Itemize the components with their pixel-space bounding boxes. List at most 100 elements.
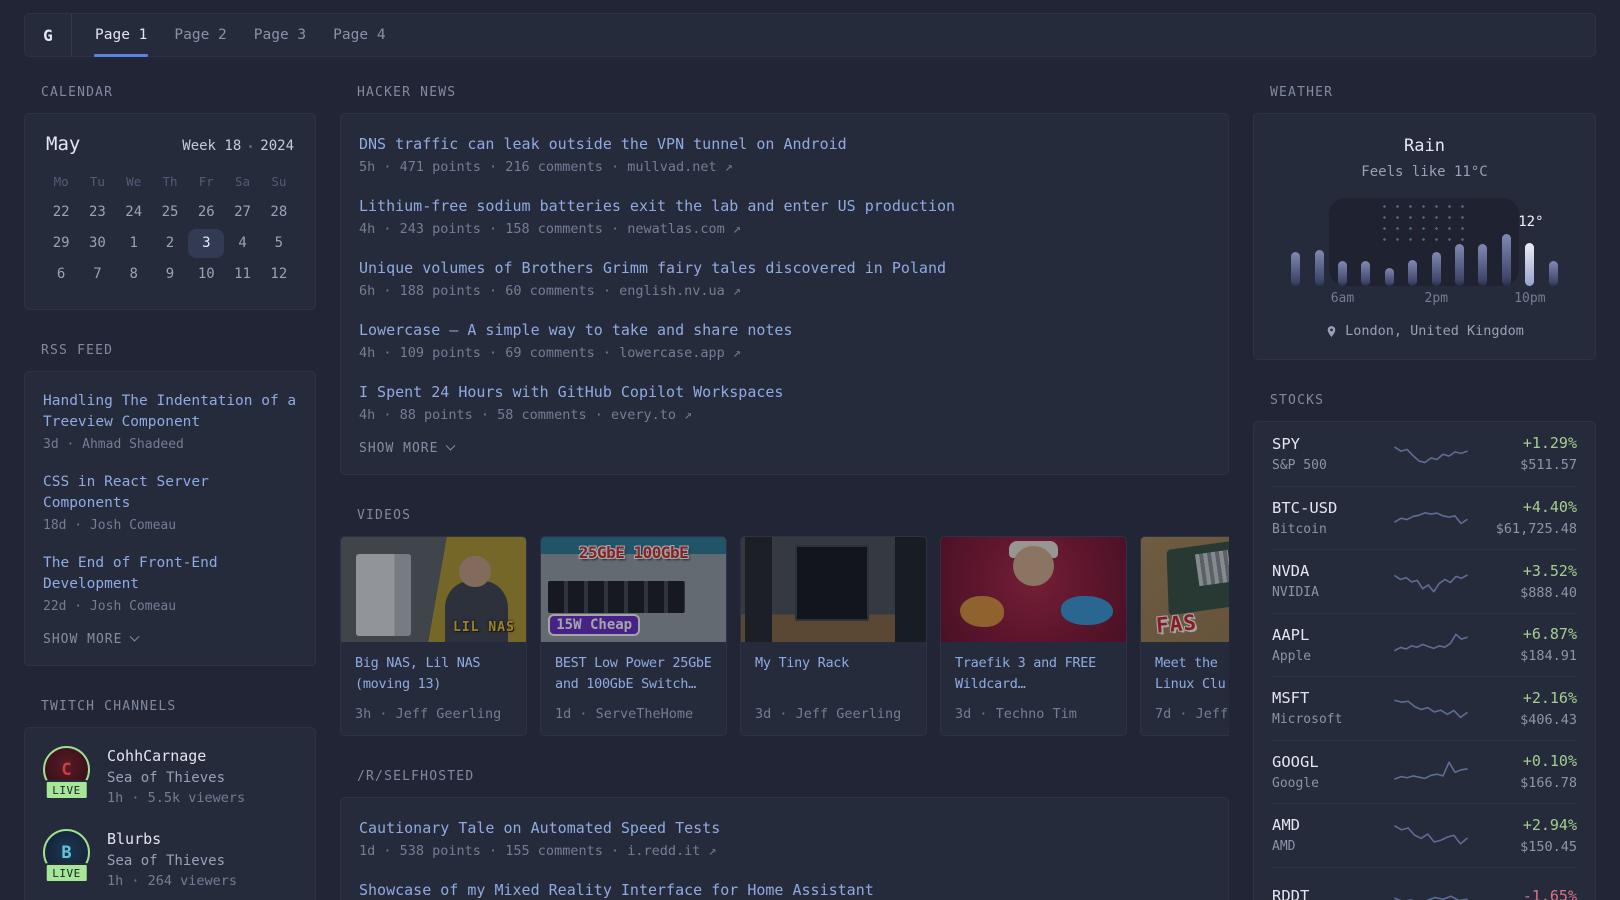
calendar-day: 25 — [152, 198, 188, 227]
hn-item-link[interactable]: Lowercase – A simple way to take and sha… — [359, 319, 1210, 341]
thumbnail-overlay — [541, 537, 726, 642]
rss-item-meta: 3d · Ahmad Shadeed — [43, 437, 297, 452]
video-title: Big NAS, Lil NAS (moving 13) — [355, 653, 512, 695]
video-meta: 3h · Jeff Geerling — [355, 706, 512, 722]
stock-row-spy[interactable]: SPY S&P 500 +1.29% $511.57 — [1272, 422, 1577, 486]
weather-bar — [1361, 261, 1370, 286]
hn-item-meta: 5h · 471 points · 216 comments · mullvad… — [359, 159, 1210, 175]
rss-header: RSS FEED — [41, 343, 316, 358]
reddit-item: Showcase of my Mixed Reality Interface f… — [359, 879, 1210, 900]
weather-location: London, United Kingdom — [1345, 323, 1524, 339]
stock-row-rddt[interactable]: RDDT -1.65% — [1272, 867, 1577, 900]
videos-section: VIDEOS LIL NAS Big NAS, Lil NAS (moving … — [340, 508, 1229, 736]
stock-ticker: MSFT — [1272, 689, 1380, 707]
hn-item-link[interactable]: DNS traffic can leak outside the VPN tun… — [359, 133, 1210, 155]
stock-row-msft[interactable]: MSFT Microsoft +2.16% $406.43 — [1272, 676, 1577, 740]
stock-row-nvda[interactable]: NVDA NVIDIA +3.52% $888.40 — [1272, 549, 1577, 613]
hacker-news-widget: DNS traffic can leak outside the VPN tun… — [340, 113, 1229, 475]
weather-header: WEATHER — [1270, 85, 1596, 100]
stock-price: $166.78 — [1481, 775, 1577, 791]
rss-show-more-button[interactable]: SHOW MORE — [43, 632, 138, 647]
thumbnail-overlay — [741, 537, 926, 642]
videos-row: LIL NAS Big NAS, Lil NAS (moving 13) 3h … — [340, 536, 1229, 736]
calendar-day: 28 — [261, 198, 297, 227]
video-thumbnail: FAS — [1141, 537, 1229, 642]
current-temp-label: 12° — [1518, 214, 1543, 230]
twitch-channel-name: CohhCarnage — [107, 747, 245, 765]
weather-bar — [1408, 260, 1417, 286]
calendar-day: 29 — [43, 229, 79, 258]
weather-widget: Rain Feels like 11°C 12° 6am 2pm 10pm — [1253, 113, 1596, 360]
weather-bar — [1385, 268, 1394, 286]
stock-row-btc[interactable]: BTC-USD Bitcoin +4.40% $61,725.48 — [1272, 486, 1577, 550]
video-card[interactable]: My Tiny Rack 3d · Jeff Geerling — [740, 536, 927, 736]
hn-show-more-button[interactable]: SHOW MORE — [359, 441, 454, 456]
reddit-item-link[interactable]: Showcase of my Mixed Reality Interface f… — [359, 879, 1210, 900]
calendar-day: 9 — [152, 260, 188, 289]
twitch-channel-name: Blurbs — [107, 830, 237, 848]
tab-page-2[interactable]: Page 2 — [174, 14, 226, 56]
video-card[interactable]: LIL NAS Big NAS, Lil NAS (moving 13) 3h … — [340, 536, 527, 736]
weather-section: WEATHER Rain Feels like 11°C 12° 6am 2pm… — [1253, 85, 1596, 360]
calendar-month: May — [46, 133, 80, 155]
stock-price: $184.91 — [1481, 648, 1577, 664]
weekday-label: We — [116, 174, 152, 196]
twitch-channel[interactable]: C LIVE CohhCarnage Sea of Thieves 1h · 5… — [43, 746, 297, 806]
calendar-day: 27 — [224, 198, 260, 227]
stock-change: +1.29% — [1481, 434, 1577, 452]
hn-item: Lithium-free sodium batteries exit the l… — [359, 195, 1210, 237]
weekday-label: Th — [152, 174, 188, 196]
thumbnail-overlay — [941, 537, 1126, 642]
weather-bar — [1525, 243, 1534, 286]
stock-row-aapl[interactable]: AAPL Apple +6.87% $184.91 — [1272, 613, 1577, 677]
tab-page-1[interactable]: Page 1 — [95, 14, 147, 56]
twitch-header: TWITCH CHANNELS — [41, 699, 316, 714]
time-label: 10pm — [1514, 291, 1545, 306]
calendar-week: Week 18 — [182, 138, 241, 154]
hn-item-link[interactable]: Lithium-free sodium batteries exit the l… — [359, 195, 1210, 217]
weekday-label: Mo — [43, 174, 79, 196]
top-navbar: G Page 1 Page 2 Page 3 Page 4 — [24, 13, 1596, 57]
dashboard-page: G Page 1 Page 2 Page 3 Page 4 CALENDAR M… — [0, 0, 1620, 900]
video-card[interactable]: FAS Meet the Linux Clu 7d · Jeff Geerlin… — [1140, 536, 1229, 736]
rss-item-link[interactable]: The End of Front-End Development — [43, 553, 297, 595]
stock-ticker: AMD — [1272, 816, 1380, 834]
middle-column: HACKER NEWS DNS traffic can leak outside… — [340, 85, 1229, 900]
stock-company: Apple — [1272, 649, 1380, 664]
stock-change: -1.65% — [1481, 887, 1577, 900]
video-card[interactable]: 25GbE 100GbE 15W Cheap BEST Low Power 25… — [540, 536, 727, 736]
twitch-viewers: 1h · 5.5k viewers — [107, 790, 245, 806]
twitch-channel[interactable]: B LIVE Blurbs Sea of Thieves 1h · 264 vi… — [43, 829, 297, 889]
hn-item-link[interactable]: I Spent 24 Hours with GitHub Copilot Wor… — [359, 381, 1210, 403]
show-more-label: SHOW MORE — [43, 632, 122, 647]
stock-company: S&P 500 — [1272, 458, 1380, 473]
stock-ticker: SPY — [1272, 435, 1380, 453]
weather-bar — [1315, 250, 1324, 286]
reddit-item: Cautionary Tale on Automated Speed Tests… — [359, 817, 1210, 859]
reddit-item-link[interactable]: Cautionary Tale on Automated Speed Tests — [359, 817, 1210, 839]
video-card[interactable]: Traefik 3 and FREE Wildcard… 3d · Techno… — [940, 536, 1127, 736]
weather-bar — [1432, 252, 1441, 286]
calendar-day: 24 — [116, 198, 152, 227]
calendar-day: 5 — [261, 229, 297, 258]
rss-item-link[interactable]: CSS in React Server Components — [43, 472, 297, 514]
calendar-day: 11 — [224, 260, 260, 289]
weather-feels-like: Feels like 11°C — [1272, 164, 1577, 180]
twitch-widget: C LIVE CohhCarnage Sea of Thieves 1h · 5… — [24, 727, 316, 900]
tab-page-4[interactable]: Page 4 — [333, 14, 385, 56]
reddit-item-meta: 1d · 538 points · 155 comments · i.redd.… — [359, 843, 1210, 859]
video-thumbnail — [941, 537, 1126, 642]
rss-item-link[interactable]: Handling The Indentation of a Treeview C… — [43, 391, 297, 433]
tab-page-3[interactable]: Page 3 — [254, 14, 306, 56]
reddit-section: /R/SELFHOSTED Cautionary Tale on Automat… — [340, 769, 1229, 900]
stock-row-googl[interactable]: GOOGL Google +0.10% $166.78 — [1272, 740, 1577, 804]
calendar-day: 4 — [224, 229, 260, 258]
calendar-day: 7 — [79, 260, 115, 289]
thumbnail-overlay — [341, 537, 526, 642]
time-label: 6am — [1331, 291, 1354, 306]
show-more-label: SHOW MORE — [359, 441, 438, 456]
stock-ticker: RDDT — [1272, 887, 1380, 900]
stock-row-amd[interactable]: AMD AMD +2.94% $150.45 — [1272, 803, 1577, 867]
hn-item-link[interactable]: Unique volumes of Brothers Grimm fairy t… — [359, 257, 1210, 279]
dot-separator — [249, 145, 252, 148]
